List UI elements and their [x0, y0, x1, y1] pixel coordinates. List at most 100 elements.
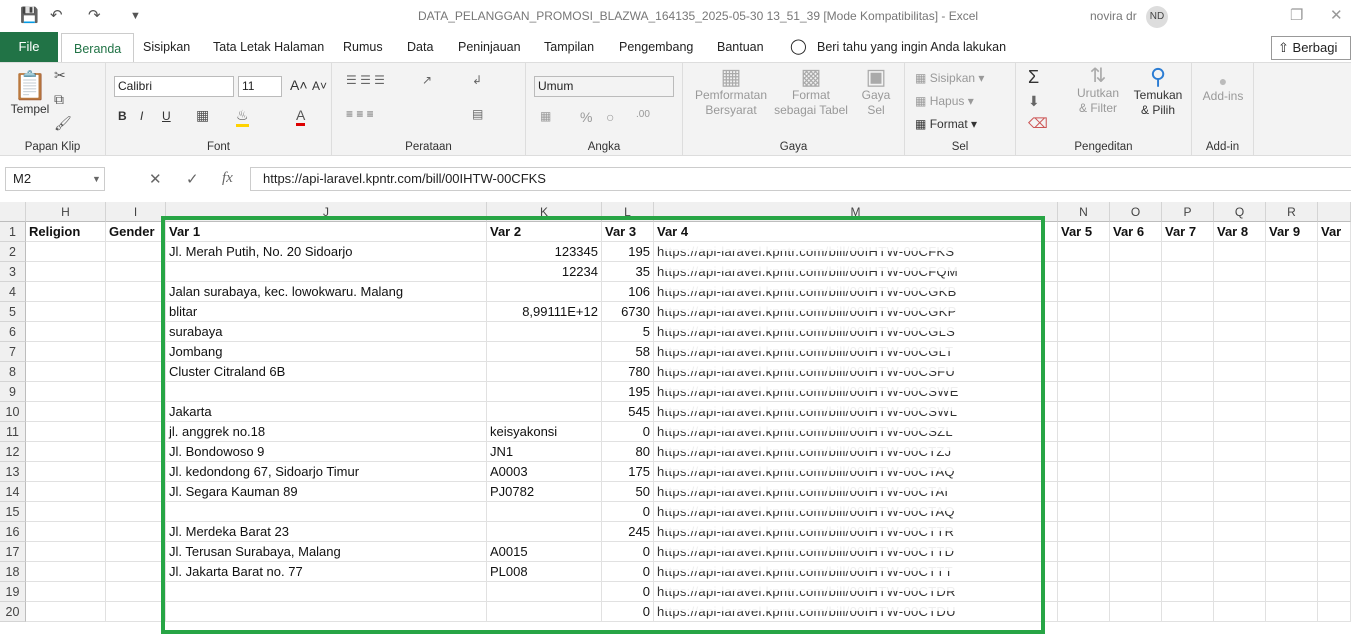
empty-cell[interactable] [1110, 302, 1162, 322]
cell-var2[interactable] [487, 362, 602, 382]
row-header[interactable]: 12 [0, 442, 26, 462]
row-header[interactable]: 14 [0, 482, 26, 502]
share-button[interactable]: ⇧ Berbagi [1271, 36, 1351, 60]
empty-cell[interactable] [1058, 282, 1110, 302]
empty-cell[interactable] [1110, 322, 1162, 342]
empty-cell[interactable] [1318, 522, 1351, 542]
empty-cell[interactable] [1266, 302, 1318, 322]
empty-cell[interactable] [1162, 582, 1214, 602]
cancel-icon[interactable]: ✕ [149, 170, 162, 188]
cell-var2[interactable] [487, 402, 602, 422]
empty-cell[interactable] [1214, 302, 1266, 322]
tab-peninjauan[interactable]: Peninjauan [458, 32, 521, 62]
cell-var3[interactable]: 106 [602, 282, 654, 302]
cell-var2[interactable]: PL008 [487, 562, 602, 582]
empty-cell[interactable] [1110, 482, 1162, 502]
empty-cell[interactable] [106, 382, 166, 402]
empty-cell[interactable] [1058, 322, 1110, 342]
empty-cell[interactable] [26, 562, 106, 582]
empty-cell[interactable] [1162, 342, 1214, 362]
cell-var1[interactable]: surabaya [166, 322, 487, 342]
cut-icon[interactable]: ✂ [54, 67, 66, 84]
empty-cell[interactable] [1266, 362, 1318, 382]
row-header[interactable]: 20 [0, 602, 26, 622]
empty-cell[interactable] [1318, 362, 1351, 382]
cell-var1[interactable]: Jakarta [166, 402, 487, 422]
save-icon[interactable]: 💾 [20, 6, 39, 24]
empty-cell[interactable] [1318, 502, 1351, 522]
empty-cell[interactable] [1266, 562, 1318, 582]
empty-cell[interactable] [1110, 242, 1162, 262]
empty-cell[interactable] [106, 422, 166, 442]
empty-cell[interactable] [1214, 562, 1266, 582]
align-top-icon[interactable]: ☰ ☰ ☰ [346, 73, 385, 87]
empty-cell[interactable] [26, 482, 106, 502]
cell-var2[interactable]: keisyakonsi [487, 422, 602, 442]
empty-cell[interactable] [1318, 402, 1351, 422]
empty-cell[interactable] [1318, 322, 1351, 342]
empty-cell[interactable] [1318, 382, 1351, 402]
row-header[interactable]: 4 [0, 282, 26, 302]
empty-cell[interactable] [1266, 382, 1318, 402]
cell-var1[interactable] [166, 262, 487, 282]
empty-cell[interactable] [1110, 502, 1162, 522]
row-header[interactable]: 3 [0, 262, 26, 282]
cell-var1[interactable]: Jl. Bondowoso 9 [166, 442, 487, 462]
cell-var3[interactable]: 80 [602, 442, 654, 462]
empty-cell[interactable] [1058, 342, 1110, 362]
row-header[interactable]: 15 [0, 502, 26, 522]
empty-cell[interactable] [26, 442, 106, 462]
row-header[interactable]: 16 [0, 522, 26, 542]
empty-cell[interactable] [1162, 602, 1214, 622]
cell-var2[interactable] [487, 382, 602, 402]
row-header[interactable]: 1 [0, 222, 26, 242]
cell-var3[interactable]: 195 [602, 382, 654, 402]
empty-cell[interactable] [26, 522, 106, 542]
empty-cell[interactable] [106, 342, 166, 362]
empty-cell[interactable] [106, 562, 166, 582]
cell-var1[interactable]: blitar [166, 302, 487, 322]
font-name-select[interactable]: Calibri [114, 76, 234, 97]
empty-cell[interactable] [1110, 562, 1162, 582]
row-header[interactable]: 2 [0, 242, 26, 262]
header-var4[interactable]: Var 4 [654, 222, 1058, 242]
empty-cell[interactable] [106, 262, 166, 282]
header-var8[interactable]: Var 8 [1214, 222, 1266, 242]
empty-cell[interactable] [1162, 262, 1214, 282]
cell-var3[interactable]: 0 [602, 562, 654, 582]
empty-cell[interactable] [1162, 382, 1214, 402]
empty-cell[interactable] [1110, 462, 1162, 482]
row-header[interactable]: 8 [0, 362, 26, 382]
cell-var3[interactable]: 780 [602, 362, 654, 382]
borders-icon[interactable]: ▦ [196, 107, 209, 124]
cell-var1[interactable] [166, 382, 487, 402]
insert-cells-button[interactable]: ▦ Sisipkan ▾ [915, 71, 984, 85]
empty-cell[interactable] [1058, 462, 1110, 482]
empty-cell[interactable] [26, 282, 106, 302]
empty-cell[interactable] [1266, 282, 1318, 302]
row-header[interactable]: 9 [0, 382, 26, 402]
empty-cell[interactable] [106, 542, 166, 562]
sort-filter-button[interactable]: ⇅ Urutkan & Filter [1072, 66, 1124, 116]
empty-cell[interactable] [1266, 442, 1318, 462]
empty-cell[interactable] [1266, 462, 1318, 482]
empty-cell[interactable] [26, 422, 106, 442]
align-left-icon[interactable]: ≡ ≡ ≡ [346, 107, 374, 121]
empty-cell[interactable] [1162, 322, 1214, 342]
clear-icon[interactable]: ⌫ [1028, 115, 1048, 132]
tab-pengembang[interactable]: Pengembang [619, 32, 693, 62]
empty-cell[interactable] [1058, 382, 1110, 402]
empty-cell[interactable] [106, 522, 166, 542]
format-as-table-button[interactable]: ▩ Format sebagai Tabel [771, 66, 851, 118]
cell-var3[interactable]: 0 [602, 502, 654, 522]
empty-cell[interactable] [1266, 582, 1318, 602]
underline-button[interactable]: U [162, 109, 171, 123]
header-var9[interactable]: Var 9 [1266, 222, 1318, 242]
cell-var2[interactable]: A0015 [487, 542, 602, 562]
cell-var2[interactable]: JN1 [487, 442, 602, 462]
empty-cell[interactable] [1058, 442, 1110, 462]
grow-font-icon[interactable]: A˄ [290, 77, 308, 93]
empty-cell[interactable] [1110, 602, 1162, 622]
cell-var1[interactable]: Jalan surabaya, kec. lowokwaru. Malang [166, 282, 487, 302]
cell-var3[interactable]: 0 [602, 602, 654, 622]
